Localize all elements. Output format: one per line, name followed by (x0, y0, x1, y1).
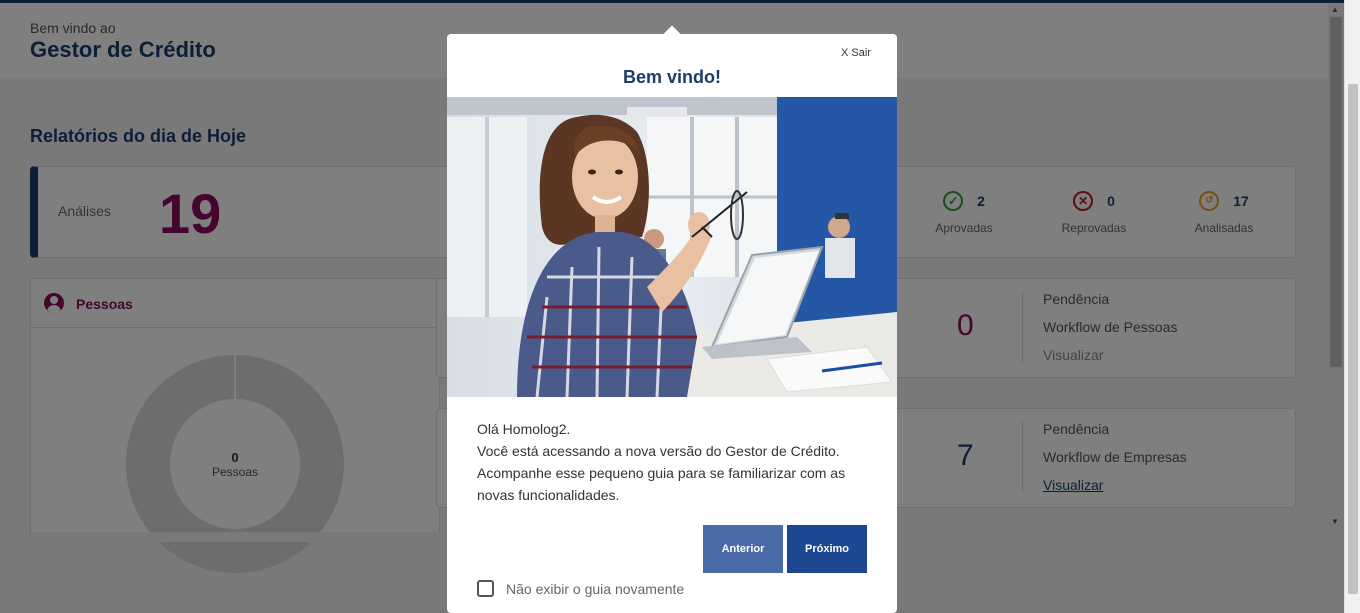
greeting-text: Olá Homolog2. (477, 421, 571, 437)
page-scrollbar-thumb[interactable] (1348, 84, 1358, 594)
next-button[interactable]: Próximo (787, 525, 867, 573)
welcome-photo (447, 97, 897, 397)
guide-text: Acompanhe esse pequeno guia para se fami… (477, 465, 846, 503)
intro-text: Você está acessando a nova versão do Ges… (477, 443, 840, 459)
modal-body-text: Olá Homolog2. Você está acessando a nova… (477, 418, 867, 506)
dont-show-again-checkbox[interactable] (477, 580, 494, 597)
close-button[interactable]: X Sair (841, 47, 871, 59)
dont-show-again-label[interactable]: Não exibir o guia novamente (506, 581, 684, 597)
modal-title: Bem vindo! (622, 67, 721, 87)
page-scrollbar[interactable] (1344, 0, 1360, 613)
previous-button[interactable]: Anterior (703, 525, 783, 573)
welcome-modal: X Sair Bem vindo! Olá Homolog2. Você est… (447, 25, 897, 613)
